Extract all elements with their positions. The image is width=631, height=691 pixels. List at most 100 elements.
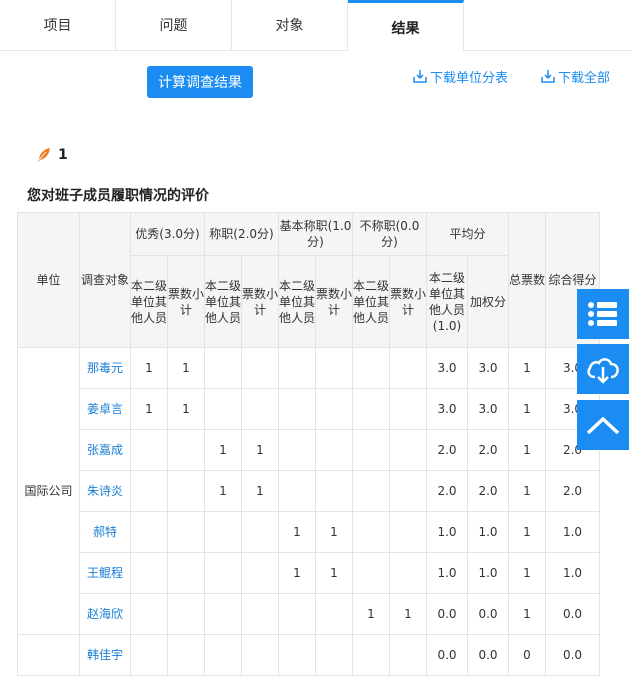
tab-result[interactable]: 结果 [348, 0, 464, 52]
cell-ex-count [167, 593, 205, 635]
cell-in-count [389, 388, 427, 430]
download-unit-sheet-link[interactable]: 下载单位分表 [412, 66, 508, 86]
cell-ex-count: 1 [167, 388, 205, 430]
cell-co-count [241, 593, 279, 635]
download-all-link[interactable]: 下载全部 [540, 66, 610, 86]
target-name-link[interactable]: 那毒元 [79, 347, 131, 389]
cell-co-other [204, 552, 242, 594]
cell-score: 1.0 [545, 552, 600, 594]
cell-in-other [352, 388, 390, 430]
cell-weighted: 0.0 [467, 593, 509, 635]
tab-project[interactable]: 项目 [0, 0, 116, 50]
tab-bar-spacer [464, 0, 631, 50]
cell-ex-other [130, 511, 168, 553]
download-unit-sheet-label: 下载单位分表 [430, 70, 509, 86]
cell-avg-other: 3.0 [426, 347, 468, 389]
list-button[interactable] [577, 289, 629, 339]
cell-in-other: 1 [352, 593, 390, 635]
table-row: 国际公司 那毒元 1 1 3.0 3.0 1 3.0 [17, 347, 600, 635]
cell-co-count [241, 552, 279, 594]
cell-ba-other: 1 [278, 511, 316, 553]
header-target: 调查对象 [79, 212, 131, 348]
subheader-weighted: 加权分 [467, 255, 509, 348]
cell-weighted: 3.0 [467, 388, 509, 430]
cell-co-other [204, 347, 242, 389]
cell-ba-other [278, 470, 316, 512]
header-incompetent: 不称职(0.0分) [352, 212, 427, 256]
table-row: 朱诗炎 1 1 2.0 2.0 1 2.0 [18, 470, 600, 512]
chevron-up-icon [586, 416, 620, 435]
cell-avg-other: 0.0 [426, 593, 468, 635]
cell-weighted: 2.0 [467, 429, 509, 471]
target-name-link[interactable]: 姜卓言 [79, 388, 131, 430]
target-name-link[interactable]: 朱诗炎 [79, 470, 131, 512]
target-name-link[interactable]: 韩佳宇 [79, 634, 131, 676]
unit-cell: 国际公司 [17, 347, 80, 635]
cell-avg-other: 1.0 [426, 552, 468, 594]
cell-co-other [204, 634, 242, 676]
cell-score: 0.0 [545, 634, 600, 676]
results-table: 单位 调查对象 优秀(3.0分) 称职(2.0分) 基本称职(1.0分) 不称职… [17, 212, 600, 676]
cell-ex-other [130, 593, 168, 635]
header-excellent: 优秀(3.0分) [130, 212, 205, 256]
cell-total: 1 [508, 470, 546, 512]
target-name-link[interactable]: 张嘉成 [79, 429, 131, 471]
cloud-download-icon [587, 358, 619, 384]
cell-ex-other: 1 [130, 347, 168, 389]
cell-total: 0 [508, 634, 546, 676]
cell-total: 1 [508, 347, 546, 389]
table-row: 张嘉成 1 1 2.0 2.0 1 2.0 [18, 429, 600, 471]
target-name-link[interactable]: 王鲲程 [79, 552, 131, 594]
target-name-link[interactable]: 郝特 [79, 511, 131, 553]
cell-in-count [389, 470, 427, 512]
cell-ex-other [130, 429, 168, 471]
target-name-link[interactable]: 赵海欣 [79, 593, 131, 635]
cell-weighted: 0.0 [467, 634, 509, 676]
back-to-top-button[interactable] [577, 400, 629, 450]
cell-ex-other [130, 552, 168, 594]
subheader-other: 本二级单位其他人员 [352, 255, 390, 348]
cell-in-other [352, 511, 390, 553]
header-basic: 基本称职(1.0分) [278, 212, 353, 256]
header-competent: 称职(2.0分) [204, 212, 279, 256]
cell-ex-count [167, 634, 205, 676]
cell-ba-other [278, 388, 316, 430]
cell-co-count [241, 511, 279, 553]
cell-ba-other [278, 634, 316, 676]
calculate-results-button[interactable]: 计算调查结果 [147, 66, 253, 98]
cell-ba-other [278, 593, 316, 635]
cell-total: 1 [508, 593, 546, 635]
cell-ex-count [167, 511, 205, 553]
cell-in-other [352, 429, 390, 471]
cell-ba-count [315, 429, 353, 471]
cell-total: 1 [508, 511, 546, 553]
cell-ba-other [278, 347, 316, 389]
cell-ba-count [315, 388, 353, 430]
cell-total: 1 [508, 552, 546, 594]
cell-co-count [241, 388, 279, 430]
tab-target[interactable]: 对象 [232, 0, 348, 50]
cell-ex-count [167, 429, 205, 471]
feather-icon [38, 148, 50, 162]
header-unit: 单位 [17, 212, 80, 348]
table-row: 赵海欣 1 1 0.0 0.0 1 0.0 [18, 593, 600, 635]
cell-total: 1 [508, 388, 546, 430]
question-number-text: 1 [58, 147, 68, 163]
cell-total: 1 [508, 429, 546, 471]
cell-weighted: 1.0 [467, 552, 509, 594]
cell-avg-other: 2.0 [426, 429, 468, 471]
download-icon [413, 70, 427, 83]
header-total-votes: 总票数 [508, 212, 546, 348]
cell-ba-count [315, 593, 353, 635]
unit-cell-empty [17, 634, 80, 676]
list-icon [588, 302, 617, 326]
tab-bar: 项目 问题 对象 结果 [0, 0, 631, 52]
cell-ba-count: 1 [315, 511, 353, 553]
tab-question[interactable]: 问题 [116, 0, 232, 50]
cell-weighted: 3.0 [467, 347, 509, 389]
subheader-avg-other: 本二级单位其他人员(1.0) [426, 255, 468, 348]
cell-ba-count [315, 634, 353, 676]
subheader-other: 本二级单位其他人员 [130, 255, 168, 348]
download-float-button[interactable] [577, 344, 629, 394]
download-all-label: 下载全部 [558, 70, 611, 86]
